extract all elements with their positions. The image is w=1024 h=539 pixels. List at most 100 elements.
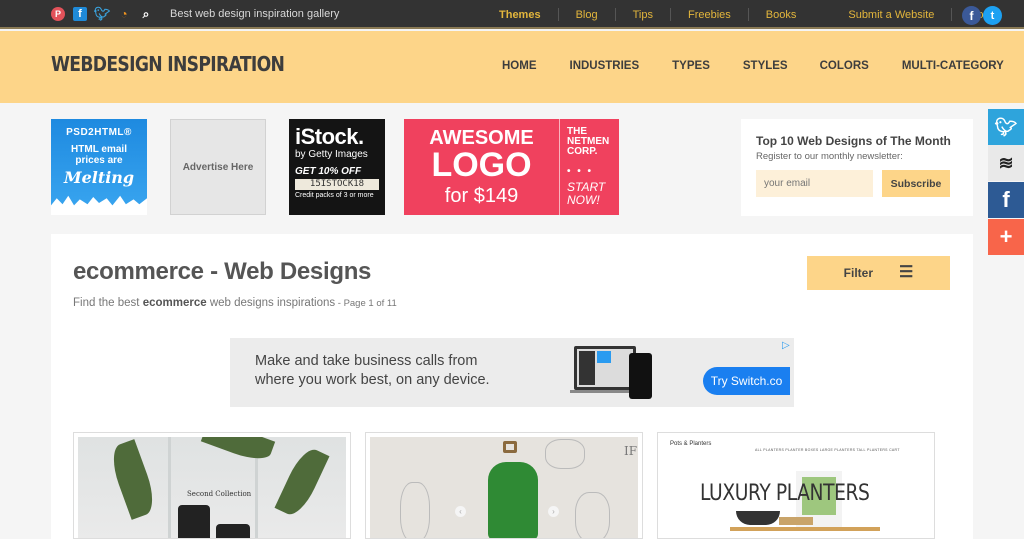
main-content: ecommerce - Web Designs Find the best ec… — [51, 234, 973, 539]
banner-line: Make and take business calls from — [255, 353, 478, 369]
card-brand: Pots & Planters — [670, 441, 712, 447]
nav-colors[interactable]: COLORS — [820, 60, 869, 72]
filter-label: Filter — [843, 266, 873, 280]
newsletter-title: Top 10 Web Designs of The Month — [756, 134, 951, 148]
devices-image — [570, 343, 654, 399]
ad-text: HTML email prices are — [51, 144, 147, 166]
card-logo: IF — [624, 444, 638, 458]
email-input[interactable] — [756, 170, 873, 197]
shop-button-graphic — [779, 517, 813, 525]
ad-brand: PSD2HTML® — [66, 127, 132, 138]
planter-graphic — [736, 511, 780, 525]
design-thumbnail: ‹ › IF — [370, 437, 638, 538]
rss-icon[interactable]: ◔ — [117, 7, 131, 21]
page-title: ecommerce - Web Designs — [73, 258, 372, 285]
card-nav: ALL PLANTERS PLANTER BOXES LARGE PLANTER… — [755, 448, 900, 452]
ad-cta: NOW! — [567, 193, 600, 207]
top-bar: P f 🐦︎ ◔ ⌕ Best web design inspiration g… — [0, 0, 1024, 29]
pinterest-icon[interactable]: P — [51, 7, 65, 21]
main-nav: HOME INDUSTRIES TYPES STYLES COLORS MULT… — [502, 60, 1004, 72]
nav-multi-category[interactable]: MULTI-CATEGORY — [902, 60, 1004, 72]
green-bag-graphic — [488, 462, 538, 538]
window-frame — [168, 437, 171, 538]
subtitle-text: Find the best — [73, 297, 143, 309]
site-header: WEBDESIGN INSPIRATION HOME INDUSTRIES TY… — [0, 31, 1024, 103]
table-graphic — [730, 527, 880, 531]
card-caption: Second Collection — [187, 490, 252, 498]
divider — [951, 8, 953, 21]
ad-line: HTML email — [71, 144, 127, 155]
try-switch-button[interactable]: Try Switch.co — [703, 367, 790, 395]
leaf-graphic — [274, 444, 330, 520]
newsletter-form: Subscribe — [756, 170, 958, 197]
drip-graphic — [51, 195, 147, 215]
nav-home[interactable]: HOME — [502, 60, 537, 72]
top-nav-tips[interactable]: Tips — [633, 9, 653, 21]
ad-offer: GET 10% OFF — [295, 166, 362, 177]
sketch-graphic — [400, 482, 430, 538]
banner-text: Make and take business calls from where y… — [255, 352, 490, 390]
leaf-graphic — [106, 439, 160, 520]
search-icon[interactable]: ⌕ — [139, 7, 153, 21]
top-nav-themes[interactable]: Themes — [499, 9, 541, 21]
divider — [557, 8, 559, 21]
side-buffer-icon[interactable]: ≋ — [988, 145, 1024, 181]
ad-psd2html[interactable]: PSD2HTML® HTML email prices are Melting — [51, 119, 147, 215]
hamburger-icon: ☰ — [899, 264, 914, 281]
nav-types[interactable]: TYPES — [672, 60, 710, 72]
nav-styles[interactable]: STYLES — [743, 60, 788, 72]
nav-industries[interactable]: INDUSTRIES — [570, 60, 640, 72]
bag-graphic — [178, 505, 210, 538]
design-thumbnail: Second Collection — [78, 437, 346, 538]
top-nav-submit[interactable]: Submit a Website — [848, 9, 934, 21]
ad-line: prices are — [75, 155, 123, 166]
ad-banner-switch[interactable]: Make and take business calls from where y… — [230, 338, 794, 407]
ad-awesome-logo[interactable]: AWESOME LOGO for $149 THE NETMEN CORP. •… — [404, 119, 619, 215]
subscribe-button[interactable]: Subscribe — [882, 170, 950, 197]
page-info: - Page 1 of 11 — [335, 298, 397, 309]
laptop-graphic — [574, 346, 636, 390]
adchoices-icon[interactable]: ▷ — [782, 340, 790, 351]
next-arrow-icon: › — [548, 506, 559, 517]
facebook-icon[interactable]: f — [73, 7, 87, 21]
sketch-graphic — [545, 439, 585, 469]
top-nav-freebies[interactable]: Freebies — [688, 9, 731, 21]
side-facebook-icon[interactable]: f — [988, 182, 1024, 218]
design-card[interactable]: Pots & Planters ALL PLANTERS PLANTER BOX… — [657, 432, 935, 539]
ad-placeholder[interactable]: Advertise Here — [170, 119, 266, 215]
facebook-share-icon[interactable]: f — [962, 6, 981, 25]
top-nav-blog[interactable]: Blog — [576, 9, 598, 21]
design-card[interactable]: ‹ › IF — [365, 432, 643, 539]
top-nav-books[interactable]: Books — [766, 9, 797, 21]
page-subtitle: Find the best ecommerce web designs insp… — [73, 297, 397, 309]
divider — [614, 8, 616, 21]
side-plus-icon[interactable]: + — [988, 219, 1024, 255]
twitter-share-icon[interactable]: t — [983, 6, 1002, 25]
ad-promo-code: 15ISTOCK18 — [295, 179, 379, 190]
site-logo[interactable]: WEBDESIGN INSPIRATION — [51, 52, 285, 76]
ad-sub: by Getty Images — [295, 149, 368, 160]
sketch-graphic — [575, 492, 610, 538]
tagline: Best web design inspiration gallery — [170, 8, 340, 20]
ad-left: AWESOME LOGO for $149 — [404, 119, 560, 215]
ad-line: LOGO — [431, 146, 532, 184]
divider — [747, 8, 749, 21]
bag-graphic — [216, 524, 250, 538]
ad-dots: • • • — [567, 166, 594, 177]
subtitle-keyword: ecommerce — [142, 297, 207, 309]
leaf-graphic — [200, 437, 276, 466]
design-thumbnail: Pots & Planters ALL PLANTERS PLANTER BOX… — [662, 437, 930, 538]
ad-istock[interactable]: iStock. by Getty Images GET 10% OFF 15IS… — [289, 119, 385, 215]
top-nav: Themes Blog Tips Freebies Books Submit a… — [499, 8, 999, 21]
social-links: P f 🐦︎ ◔ ⌕ — [51, 6, 153, 21]
ad-brand: CORP. — [567, 146, 598, 157]
ad-brand: iStock. — [295, 124, 364, 149]
design-card[interactable]: Second Collection — [73, 432, 351, 539]
filter-button[interactable]: Filter ☰ — [807, 256, 950, 290]
newsletter-box: Top 10 Web Designs of The Month Register… — [741, 119, 973, 216]
twitter-icon[interactable]: 🐦︎ — [94, 6, 111, 21]
side-twitter-icon[interactable]: 🐦︎ — [988, 109, 1024, 145]
ad-note: Credit packs of 3 or more — [295, 192, 374, 199]
subtitle-text: web designs inspirations — [206, 297, 336, 309]
banner-line: where you work best, on any device. — [255, 372, 490, 388]
